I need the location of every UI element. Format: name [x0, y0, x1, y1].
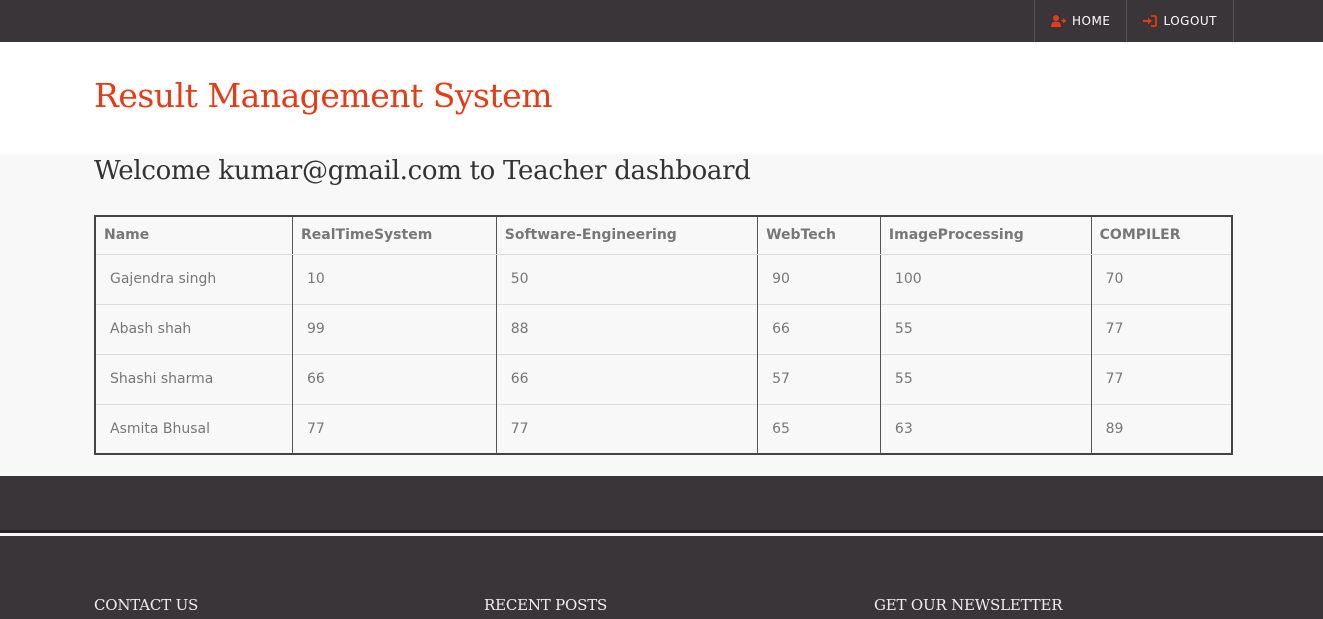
nav-home-link[interactable]: HOME: [1034, 0, 1126, 42]
column-header: Name: [95, 216, 294, 255]
column-header: RealTimeSystem: [292, 216, 497, 255]
table-row: Gajendra singh 10 50 90 100 70: [95, 253, 1232, 304]
table-header-row: Name RealTimeSystem Software-Engineering…: [95, 216, 1232, 255]
column-header: ImageProcessing: [880, 216, 1092, 255]
dashboard-main: Welcome kumar@gmail.com to Teacher dashb…: [0, 154, 1323, 476]
mark-cell: 57: [757, 353, 881, 404]
site-title[interactable]: Result Management System: [94, 76, 1323, 115]
footer-band: [0, 476, 1323, 533]
mark-cell: 77: [1091, 353, 1232, 404]
mark-cell: 66: [757, 303, 881, 354]
nav-home-label: HOME: [1072, 14, 1111, 28]
results-table: Name RealTimeSystem Software-Engineering…: [94, 215, 1233, 455]
column-header: WebTech: [757, 216, 881, 255]
mark-cell: 89: [1091, 403, 1232, 454]
site-header: Result Management System: [0, 42, 1323, 154]
top-bar: HOME LOGOUT: [0, 0, 1323, 42]
footer-heading-contact: CONTACT US: [94, 596, 199, 614]
mark-cell: 66: [496, 353, 759, 404]
mark-cell: 77: [496, 403, 759, 454]
welcome-heading: Welcome kumar@gmail.com to Teacher dashb…: [94, 156, 751, 186]
footer-heading-newsletter: GET OUR NEWSLETTER: [874, 596, 1063, 614]
nav-logout-label: LOGOUT: [1163, 14, 1217, 28]
site-footer: CONTACT US RECENT POSTS GET OUR NEWSLETT…: [0, 536, 1323, 619]
user-plus-icon: [1051, 15, 1067, 27]
footer-heading-recent-posts: RECENT POSTS: [484, 596, 608, 614]
mark-cell: 90: [757, 253, 881, 304]
mark-cell: 65: [757, 403, 881, 454]
student-name-cell: Gajendra singh: [95, 253, 294, 304]
nav-logout-link[interactable]: LOGOUT: [1126, 0, 1234, 42]
table-row: Shashi sharma 66 66 57 55 77: [95, 353, 1232, 404]
mark-cell: 70: [1091, 253, 1232, 304]
top-nav: HOME LOGOUT: [1034, 0, 1234, 42]
mark-cell: 77: [1091, 303, 1232, 354]
column-header: COMPILER: [1091, 216, 1232, 255]
student-name-cell: Asmita Bhusal: [95, 403, 294, 454]
column-header: Software-Engineering: [496, 216, 759, 255]
mark-cell: 66: [292, 353, 497, 404]
mark-cell: 63: [880, 403, 1092, 454]
mark-cell: 50: [496, 253, 759, 304]
mark-cell: 88: [496, 303, 759, 354]
mark-cell: 55: [880, 303, 1092, 354]
table-row: Asmita Bhusal 77 77 65 63 89: [95, 403, 1232, 454]
mark-cell: 10: [292, 253, 497, 304]
student-name-cell: Abash shah: [95, 303, 294, 354]
mark-cell: 99: [292, 303, 497, 354]
mark-cell: 77: [292, 403, 497, 454]
mark-cell: 100: [880, 253, 1092, 304]
sign-in-icon: [1143, 15, 1158, 27]
table-row: Abash shah 99 88 66 55 77: [95, 303, 1232, 354]
mark-cell: 55: [880, 353, 1092, 404]
footer-columns: CONTACT US RECENT POSTS GET OUR NEWSLETT…: [94, 596, 1264, 614]
student-name-cell: Shashi sharma: [95, 353, 294, 404]
